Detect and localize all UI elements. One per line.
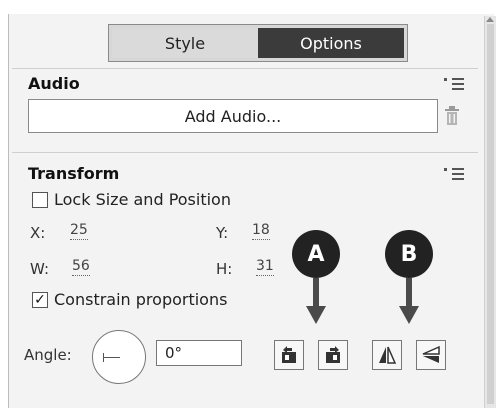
rotate-left-button[interactable] <box>274 340 304 370</box>
flip-vertical-button[interactable] <box>416 340 446 370</box>
w-value[interactable]: 56 <box>72 258 90 276</box>
section-divider <box>12 152 478 153</box>
transform-panel-menu-icon[interactable] <box>444 168 464 182</box>
callout-b-arrow <box>406 278 412 308</box>
tab-options[interactable]: Options <box>258 28 404 58</box>
lock-size-label: Lock Size and Position <box>54 190 231 209</box>
tab-style[interactable]: Style <box>112 28 258 58</box>
w-label: W: <box>30 260 50 278</box>
scroll-up-icon[interactable] <box>486 17 494 22</box>
lock-size-checkbox[interactable] <box>32 191 48 208</box>
add-audio-button[interactable]: Add Audio... <box>28 99 438 133</box>
y-value[interactable]: 18 <box>252 222 270 240</box>
x-label: X: <box>30 224 46 242</box>
h-value[interactable]: 31 <box>256 258 274 276</box>
h-label: H: <box>216 260 233 278</box>
trash-icon[interactable] <box>444 106 460 126</box>
tab-bar: Style Options <box>108 24 408 62</box>
section-divider <box>12 68 478 69</box>
angle-input[interactable]: 0° <box>156 340 242 366</box>
callout-a-badge: A <box>292 230 340 278</box>
constrain-row[interactable]: ✓ Constrain proportions <box>32 290 227 309</box>
transform-section-title: Transform <box>28 164 120 183</box>
rotate-right-icon <box>326 346 340 363</box>
rotate-right-button[interactable] <box>318 340 348 370</box>
callout-b-arrowhead <box>399 306 419 324</box>
rotate-left-icon <box>282 346 296 363</box>
angle-dial[interactable] <box>92 330 146 384</box>
y-label: Y: <box>216 224 229 242</box>
flip-horizontal-button[interactable] <box>372 340 402 370</box>
panel-scrollbar[interactable] <box>484 16 496 408</box>
torn-edge-bottom <box>0 408 498 420</box>
flip-vertical-icon <box>422 345 440 363</box>
callout-a-arrowhead <box>306 306 326 324</box>
audio-panel-menu-icon[interactable] <box>444 78 464 92</box>
audio-section-title: Audio <box>28 74 80 93</box>
lock-size-row[interactable]: Lock Size and Position <box>32 190 231 209</box>
callout-b-badge: B <box>385 230 433 278</box>
torn-edge-top <box>0 0 498 14</box>
constrain-checkbox[interactable]: ✓ <box>32 291 48 308</box>
x-value[interactable]: 25 <box>70 222 88 240</box>
callout-a-arrow <box>313 278 319 308</box>
angle-label: Angle: <box>24 346 72 364</box>
scrollbar-thumb[interactable] <box>487 24 494 404</box>
constrain-label: Constrain proportions <box>54 290 228 309</box>
flip-horizontal-icon <box>379 346 397 364</box>
